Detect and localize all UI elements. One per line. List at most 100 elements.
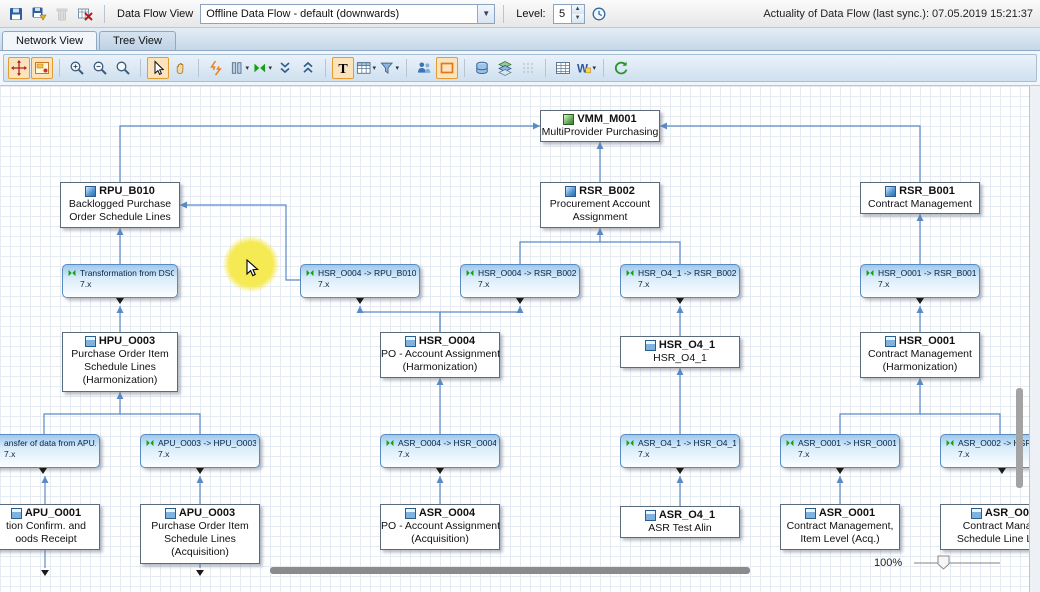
users-button[interactable] <box>413 57 435 79</box>
transformation-label: HSR_O001 -> RSR_B001 <box>878 268 976 278</box>
dropdown-caret-icon[interactable]: ▾ <box>268 64 272 72</box>
expand-caret-icon[interactable] <box>196 468 204 474</box>
dataflow-select[interactable]: Offline Data Flow - default (downwards) … <box>200 4 495 24</box>
transformation-header: ASR_O004 -> HSR_O004 <box>381 435 499 448</box>
node-title: ASR_O004 <box>419 507 475 520</box>
collapse-all-button[interactable] <box>274 57 296 79</box>
transformation-T8[interactable]: ASR_O004 -> HSR_O0047.x <box>380 434 500 468</box>
table-view-button[interactable]: ▾ <box>355 57 377 79</box>
network-canvas[interactable]: VMM_M001MultiProvider Purchasing RPU_B010… <box>0 86 1030 592</box>
transformation-T2[interactable]: HSR_O004 -> RPU_B0107.x <box>300 264 420 298</box>
tab-network-view[interactable]: Network View <box>2 31 97 50</box>
node-RSR_B001[interactable]: RSR_B001Contract Management <box>860 182 980 214</box>
toolbar-separator <box>464 59 465 77</box>
transformation-icon <box>945 438 955 448</box>
node-ASR_O002[interactable]: ASR_O00Contract ManageSchedule Line Leve <box>940 504 1030 550</box>
expand-caret-icon[interactable] <box>436 468 444 474</box>
select-button[interactable] <box>147 57 169 79</box>
node-ASR_O4_1[interactable]: ASR_O4_1ASR Test Alin <box>620 506 740 538</box>
expand-caret-icon[interactable] <box>116 298 124 304</box>
text-button[interactable]: T <box>332 57 354 79</box>
node-line: HSR_O4_1 <box>621 352 739 365</box>
report-table-button[interactable] <box>552 57 574 79</box>
zoom-mode-button[interactable] <box>112 57 134 79</box>
disconnect-button[interactable] <box>205 57 227 79</box>
history-clock-button[interactable] <box>588 3 610 25</box>
transformation-T3[interactable]: HSR_O004 -> RSR_B0027.x <box>460 264 580 298</box>
filter-button[interactable]: ▾ <box>378 57 400 79</box>
expand-caret-icon[interactable] <box>356 298 364 304</box>
pan-button[interactable] <box>170 57 192 79</box>
level-spinner[interactable]: 5 ▲▼ <box>553 4 585 24</box>
expand-caret-icon[interactable] <box>516 298 524 304</box>
toolbar-separator <box>406 59 407 77</box>
node-VMM_M001[interactable]: VMM_M001MultiProvider Purchasing <box>540 110 660 142</box>
zoom-out-button[interactable] <box>89 57 111 79</box>
transformation-header: HSR_O4_1 -> RSR_B002 <box>621 265 739 278</box>
database-button[interactable] <box>471 57 493 79</box>
node-HSR_O4_1[interactable]: HSR_O4_1HSR_O4_1 <box>620 336 740 368</box>
expand-all-button[interactable] <box>297 57 319 79</box>
transformation-T10[interactable]: ASR_O001 -> HSR_O0017.x <box>780 434 900 468</box>
view-tabs: Network View Tree View <box>0 28 1040 51</box>
node-line: (Acquisition) <box>381 533 499 546</box>
expand-caret-icon[interactable] <box>916 298 924 304</box>
overview-button[interactable] <box>31 57 53 79</box>
refresh-button[interactable] <box>610 57 632 79</box>
zoom-in-button[interactable] <box>66 57 88 79</box>
layout-button[interactable]: ▾ <box>228 57 250 79</box>
zoom-slider[interactable] <box>912 554 1004 572</box>
horizontal-scrollbar[interactable] <box>270 567 750 574</box>
expand-caret-icon[interactable] <box>998 468 1006 474</box>
expand-caret-icon[interactable] <box>676 298 684 304</box>
node-title: RPU_B010 <box>99 185 155 198</box>
spin-up-icon[interactable]: ▲ <box>572 5 584 14</box>
transformation-icon <box>785 438 795 448</box>
transformation-T1[interactable]: Transformation from DSO HP...7.x <box>62 264 178 298</box>
node-line: Contract Management <box>861 198 979 211</box>
expand-caret-icon[interactable] <box>676 468 684 474</box>
toolbar-separator <box>503 5 504 23</box>
node-APU_O001[interactable]: APU_O001tion Confirm. andoods Receipt <box>0 504 100 550</box>
node-APU_O003[interactable]: APU_O003Purchase Order ItemSchedule Line… <box>140 504 260 564</box>
transformation-T5[interactable]: HSR_O001 -> RSR_B0017.x <box>860 264 980 298</box>
transformation-T6[interactable]: ansfer of data from APU...7.x <box>0 434 100 468</box>
dropdown-caret-icon[interactable]: ▾ <box>395 64 399 72</box>
dropdown-caret-icon[interactable]: ▾ <box>372 64 376 72</box>
open-object-button[interactable]: ▾ <box>251 57 273 79</box>
node-RPU_B010[interactable]: RPU_B010Backlogged PurchaseOrder Schedul… <box>60 182 180 228</box>
spin-down-icon[interactable]: ▼ <box>572 14 584 23</box>
chevron-down-icon[interactable]: ▼ <box>477 5 494 23</box>
transformation-T4[interactable]: HSR_O4_1 -> RSR_B0027.x <box>620 264 740 298</box>
layers-button[interactable] <box>494 57 516 79</box>
frame-button[interactable] <box>436 57 458 79</box>
node-title: ASR_O00 <box>985 507 1030 520</box>
node-line: Schedule Line Leve <box>941 533 1030 546</box>
word-export-button[interactable]: W▾ <box>575 57 597 79</box>
transformation-icon <box>385 438 395 448</box>
level-label: Level: <box>512 8 549 20</box>
node-header: HSR_O4_1 <box>621 339 739 352</box>
dropdown-caret-icon[interactable]: ▾ <box>245 64 249 72</box>
expand-caret-icon[interactable] <box>39 468 47 474</box>
node-RSR_B002[interactable]: RSR_B002Procurement AccountAssignment <box>540 182 660 228</box>
node-HPU_O003[interactable]: HPU_O003Purchase Order ItemSchedule Line… <box>62 332 178 392</box>
node-ASR_O004[interactable]: ASR_O004PO - Account Assignment(Acquisit… <box>380 504 500 550</box>
node-title: APU_O003 <box>179 507 235 520</box>
node-ASR_O001[interactable]: ASR_O001Contract Management,Item Level (… <box>780 504 900 550</box>
transformation-header: ASR_O001 -> HSR_O001 <box>781 435 899 448</box>
vertical-scrollbar[interactable] <box>1016 388 1023 488</box>
zoom-slider-thumb[interactable] <box>938 556 949 569</box>
dropdown-caret-icon[interactable]: ▾ <box>592 64 596 72</box>
position-button[interactable] <box>8 57 30 79</box>
remove-dataflow-button[interactable] <box>74 3 96 25</box>
expand-caret-icon[interactable] <box>836 468 844 474</box>
tab-tree-view[interactable]: Tree View <box>99 31 176 50</box>
node-HSR_O004[interactable]: HSR_O004PO - Account Assignment(Harmoniz… <box>380 332 500 378</box>
save-view-button[interactable] <box>28 3 50 25</box>
transformation-T9[interactable]: ASR_O4_1 -> HSR_O4_17.x <box>620 434 740 468</box>
node-HSR_O001[interactable]: HSR_O001Contract Management(Harmonizatio… <box>860 332 980 378</box>
transformation-T7[interactable]: APU_O003 -> HPU_O0037.x <box>140 434 260 468</box>
save-button[interactable] <box>5 3 27 25</box>
node-line: (Harmonization) <box>381 361 499 374</box>
